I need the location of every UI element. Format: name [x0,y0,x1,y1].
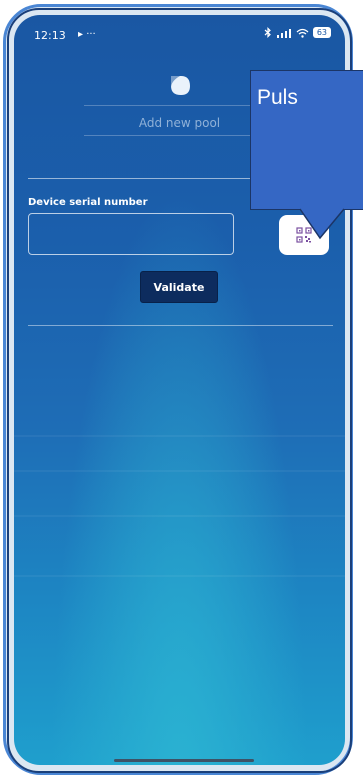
bluetooth-icon [264,27,271,38]
serial-number-input[interactable] [28,213,234,255]
qr-code-icon [296,227,312,243]
battery-icon: 63 [312,27,331,38]
home-indicator [114,759,254,762]
wifi-icon [296,28,309,38]
status-notification-icons: ▸ ··· [78,29,96,40]
scan-qr-button[interactable] [279,215,329,255]
serial-number-label: Device serial number [28,197,148,208]
logo-divider [84,105,274,106]
water-ripple [14,435,345,437]
status-bar: 12:13 ▸ ··· 63 [14,15,345,45]
title-divider [84,135,274,136]
signal-icon [276,28,291,38]
validate-button[interactable]: Validate [140,271,218,303]
status-time: 12:13 [34,29,66,42]
app-logo-icon [171,76,190,95]
form-bottom-divider [28,325,333,326]
water-ripple [14,515,345,517]
water-ripple [14,470,345,472]
status-icons: 63 [264,27,331,38]
water-ripple [14,575,345,577]
callout-text: Puls [257,86,298,109]
